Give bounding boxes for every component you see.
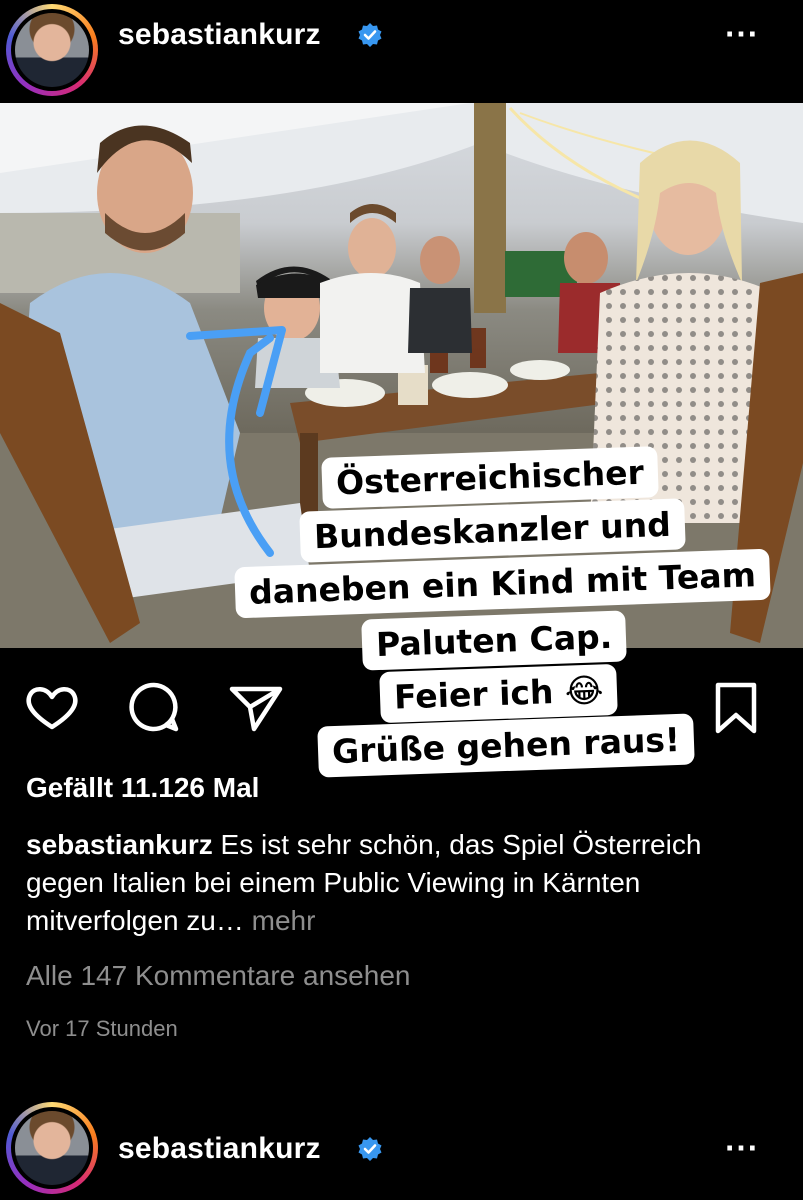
next-post-username[interactable]: sebastiankurz xyxy=(118,1132,321,1166)
heart-icon[interactable] xyxy=(20,675,84,739)
bookmark-icon[interactable] xyxy=(704,675,768,739)
next-verified-icon xyxy=(358,1137,382,1161)
sticker-line-4: Paluten Cap. xyxy=(361,610,627,671)
avatar-photo xyxy=(15,13,89,87)
verified-icon xyxy=(358,23,382,47)
next-avatar-photo xyxy=(15,1111,89,1185)
next-post-header: sebastiankurz ⋯ xyxy=(0,1098,803,1200)
more-options-icon[interactable]: ⋯ xyxy=(724,14,760,54)
comment-icon[interactable] xyxy=(122,675,186,739)
post-timestamp: Vor 17 Stunden xyxy=(26,1016,178,1041)
next-more-options-icon[interactable]: ⋯ xyxy=(724,1128,760,1168)
share-icon[interactable] xyxy=(224,675,288,739)
post-username[interactable]: sebastiankurz xyxy=(118,18,321,52)
likes-count[interactable]: Gefällt 11.126 Mal xyxy=(26,772,259,804)
next-profile-avatar[interactable] xyxy=(6,1102,98,1194)
view-comments-link[interactable]: Alle 147 Kommentare ansehen xyxy=(26,960,410,992)
sticker-line-5: Feier ich 😂 xyxy=(379,663,619,724)
post-header: sebastiankurz ⋯ xyxy=(0,0,803,100)
caption-username[interactable]: sebastiankurz xyxy=(26,829,213,860)
profile-avatar[interactable] xyxy=(6,4,98,96)
post-caption: sebastiankurz Es ist sehr schön, das Spi… xyxy=(26,826,786,940)
caption-more-link[interactable]: mehr xyxy=(244,905,316,936)
